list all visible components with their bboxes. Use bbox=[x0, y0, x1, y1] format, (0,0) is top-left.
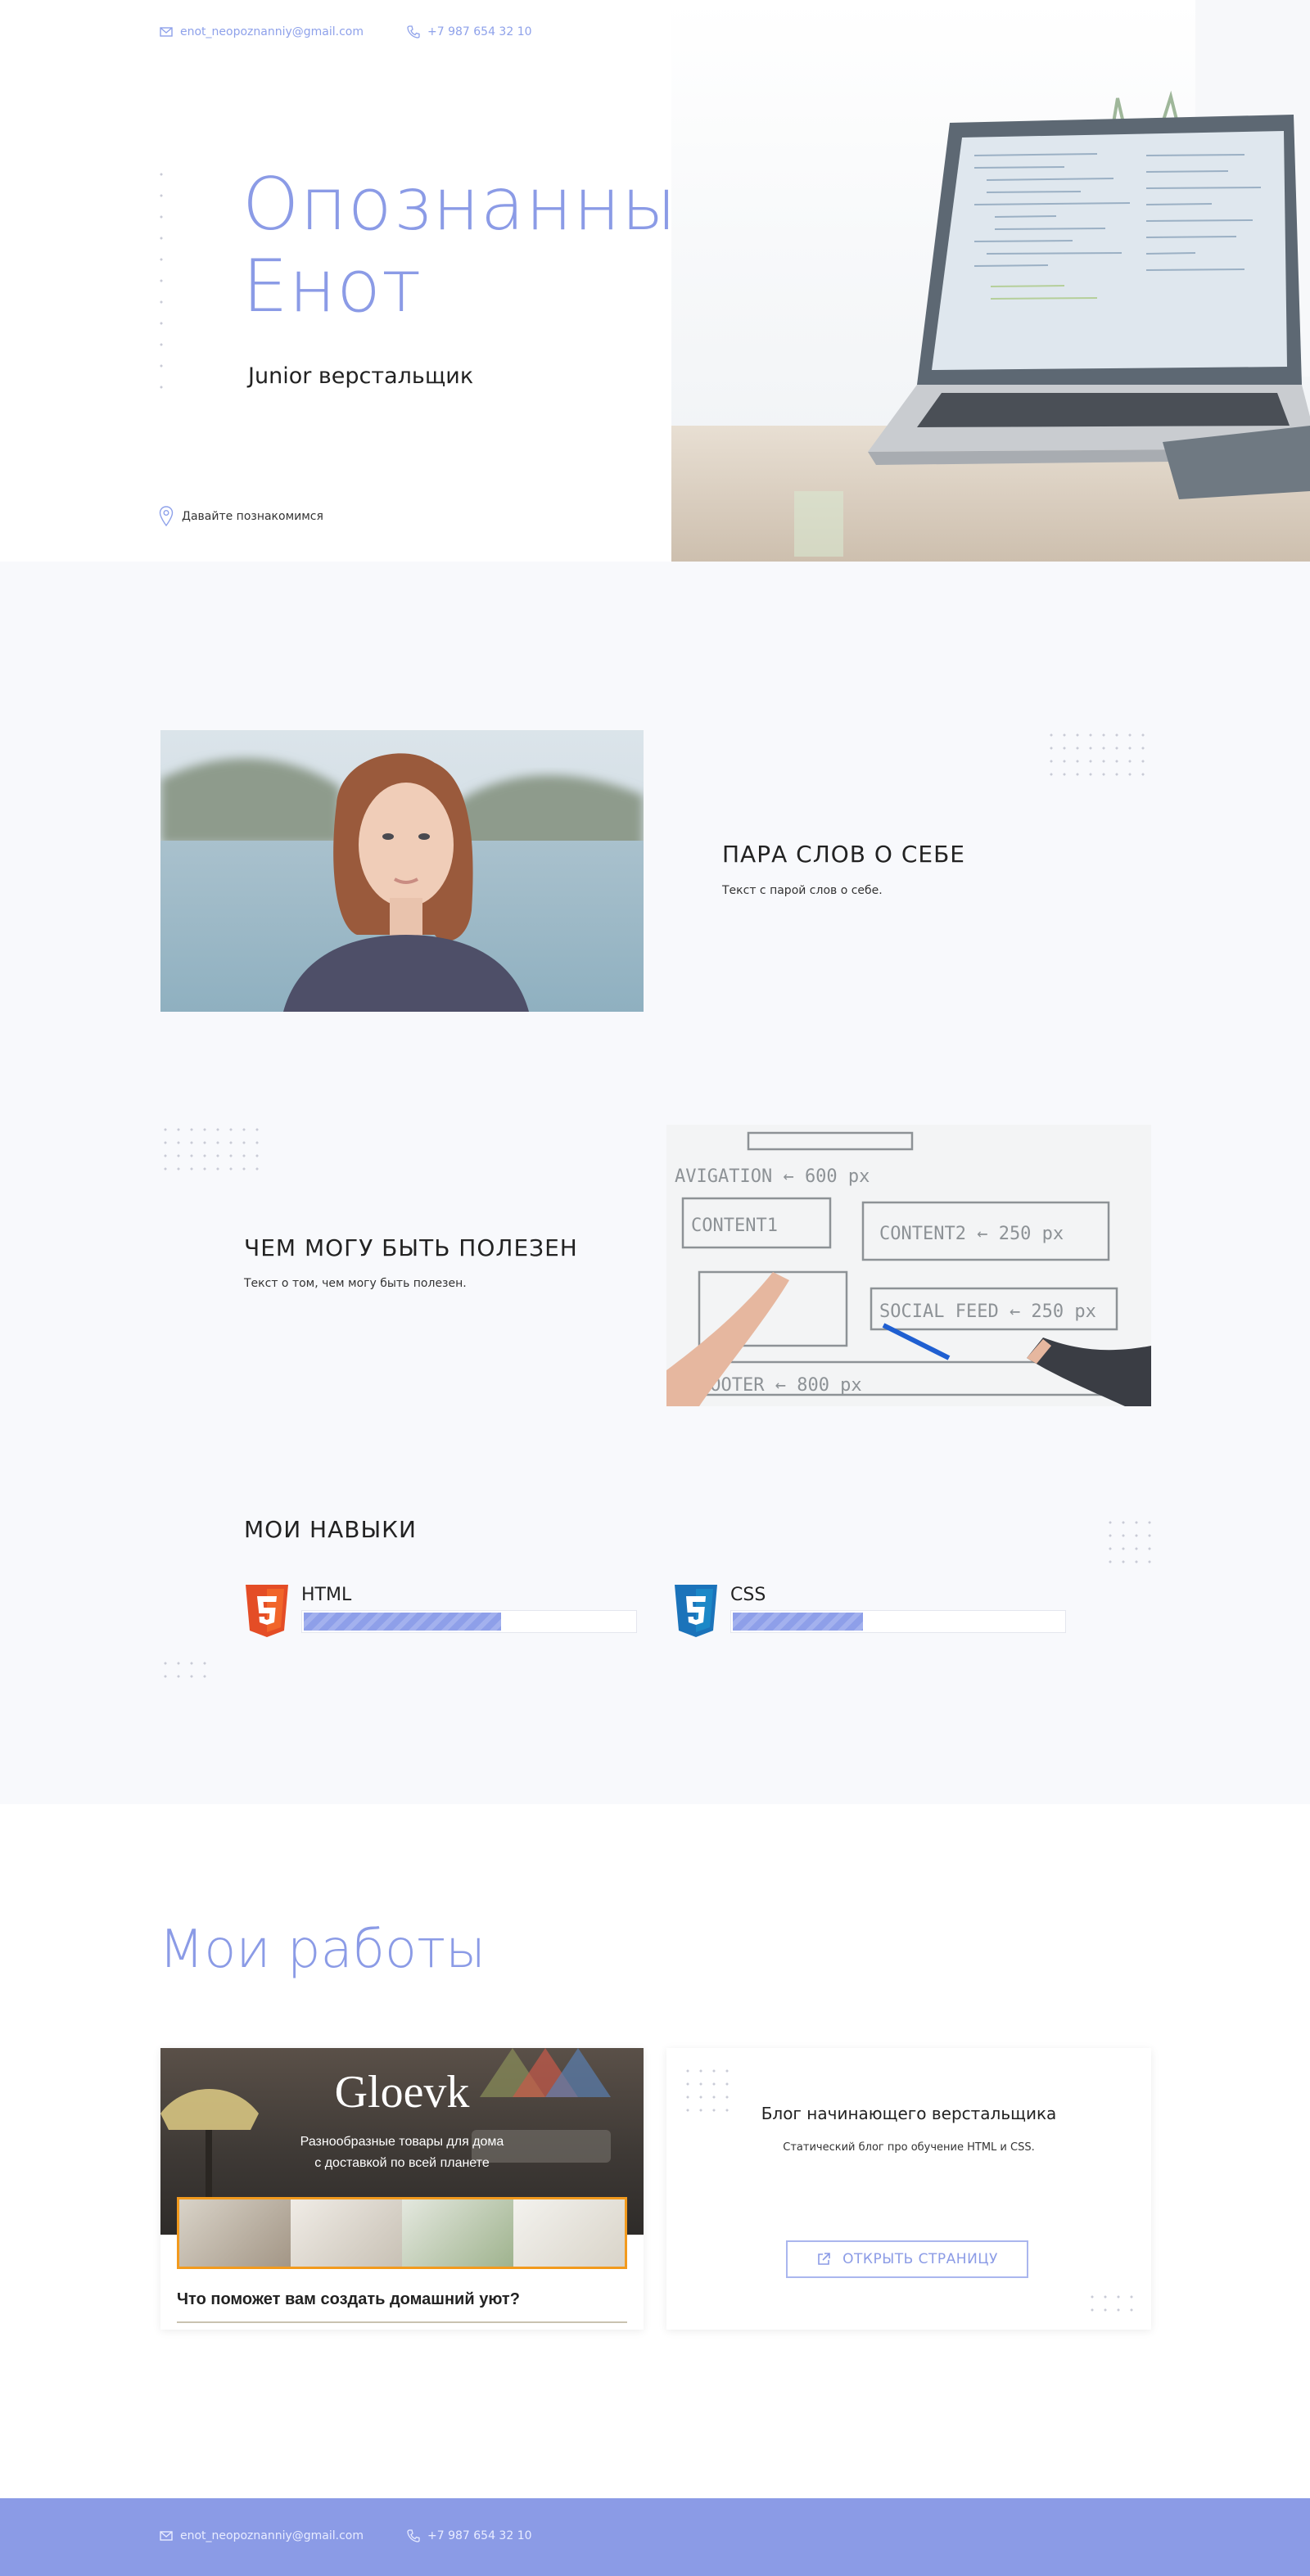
svg-text:AVIGATION ← 600 px: AVIGATION ← 600 px bbox=[675, 1166, 870, 1187]
work-card-gloevk[interactable]: Gloevk Разнообразные товары для дома с д… bbox=[160, 2048, 644, 2330]
gloevk-heading: Что поможет вам создать домашний уют? bbox=[177, 2290, 520, 2308]
work-card-blog: Блог начинающего верстальщика Статически… bbox=[666, 2048, 1151, 2330]
works-title: Мои работы bbox=[159, 1920, 486, 1980]
svg-text:CONTENT2 ← 250 px: CONTENT2 ← 250 px bbox=[879, 1224, 1064, 1244]
footer-email-link[interactable]: enot_neopoznanniy@gmail.com bbox=[159, 2529, 364, 2543]
gloevk-tagline: Разнообразные товары для дома с доставко… bbox=[160, 2132, 644, 2174]
open-page-button[interactable]: ОТКРЫТЬ СТРАНИЦУ bbox=[786, 2240, 1028, 2278]
portrait-photo bbox=[160, 730, 644, 1012]
phone-icon bbox=[407, 25, 420, 38]
gloevk-tagline-line1: Разнообразные товары для дома bbox=[300, 2135, 504, 2149]
skill-html: HTML bbox=[244, 1585, 637, 1637]
skill-name: CSS bbox=[730, 1585, 766, 1605]
skill-css: CSS bbox=[673, 1585, 1066, 1637]
divider bbox=[177, 2321, 627, 2323]
skill-progress-bar bbox=[301, 1610, 637, 1633]
svg-text:CONTENT1: CONTENT1 bbox=[691, 1216, 778, 1236]
decor-dots bbox=[159, 164, 164, 401]
gloevk-logo: Gloevk bbox=[334, 2067, 470, 2118]
decor-dots bbox=[1104, 1516, 1153, 1565]
hero-laptop-image bbox=[671, 0, 1310, 562]
svg-text:FOOTER ← 800 px: FOOTER ← 800 px bbox=[699, 1375, 862, 1396]
hero-section: enot_neopoznanniy@gmail.com +7 987 654 3… bbox=[0, 0, 1310, 562]
css3-icon bbox=[675, 1585, 717, 1637]
skill-name: HTML bbox=[301, 1585, 352, 1605]
header-email: enot_neopoznanniy@gmail.com bbox=[180, 25, 364, 38]
gallery-image bbox=[291, 2199, 402, 2267]
phone-icon bbox=[407, 2529, 420, 2542]
about-text: Текст с парой слов о себе. bbox=[722, 884, 883, 897]
location-pin-icon bbox=[159, 506, 174, 527]
skill-progress-bar bbox=[730, 1610, 1066, 1633]
footer-email: enot_neopoznanniy@gmail.com bbox=[180, 2529, 364, 2542]
scroll-hint-link[interactable]: Давайте познакомимся bbox=[159, 506, 323, 527]
decor-dots bbox=[159, 1123, 265, 1172]
hero-title-line1: Опознанный bbox=[242, 162, 726, 246]
decor-dots bbox=[1045, 729, 1151, 778]
footer-phone: +7 987 654 32 10 bbox=[427, 2529, 532, 2542]
external-link-icon bbox=[818, 2253, 830, 2265]
html5-icon bbox=[246, 1585, 288, 1637]
blog-title: Блог начинающего верстальщика bbox=[761, 2104, 1057, 2123]
gloevk-tagline-line2: с доставкой по всей планете bbox=[314, 2156, 490, 2170]
useful-title: ЧЕМ МОГУ БЫТЬ ПОЛЕЗЕН bbox=[244, 1234, 578, 1261]
mail-icon bbox=[160, 27, 173, 37]
gallery-image bbox=[179, 2199, 291, 2267]
footer: enot_neopoznanniy@gmail.com +7 987 654 3… bbox=[0, 2498, 1310, 2576]
svg-text:SOCIAL FEED ← 250 px: SOCIAL FEED ← 250 px bbox=[879, 1302, 1096, 1322]
footer-phone-link[interactable]: +7 987 654 32 10 bbox=[406, 2529, 532, 2543]
gloevk-gallery bbox=[177, 2197, 627, 2269]
hero-title-line2: Енот bbox=[242, 244, 422, 328]
scroll-hint-label: Давайте познакомимся bbox=[182, 510, 323, 523]
blog-text: Статический блог про обучение HTML и CSS… bbox=[783, 2141, 1035, 2154]
about-title: ПАРА СЛОВ О СЕБЕ bbox=[722, 841, 965, 868]
hero-title: Опознанный Енот bbox=[242, 164, 725, 327]
header-phone-link[interactable]: +7 987 654 32 10 bbox=[406, 25, 532, 39]
skill-progress-fill bbox=[733, 1613, 864, 1631]
skill-progress-fill bbox=[304, 1613, 501, 1631]
skills-title: МОИ НАВЫКИ bbox=[244, 1516, 417, 1543]
decor-dots bbox=[1086, 2290, 1136, 2315]
gallery-image bbox=[402, 2199, 513, 2267]
useful-text: Текст о том, чем могу быть полезен. bbox=[244, 1277, 467, 1290]
hero-subtitle: Junior верстальщик bbox=[248, 363, 474, 389]
gloevk-banner: Gloevk Разнообразные товары для дома с д… bbox=[160, 2048, 644, 2269]
open-page-button-label: ОТКРЫТЬ СТРАНИЦУ bbox=[842, 2251, 998, 2267]
mail-icon bbox=[160, 2531, 173, 2541]
decor-dots bbox=[159, 1657, 208, 1681]
whiteboard-photo: AVIGATION ← 600 px CONTENT1 CONTENT2 ← 2… bbox=[666, 1125, 1151, 1406]
gallery-image bbox=[513, 2199, 625, 2267]
header-phone: +7 987 654 32 10 bbox=[427, 25, 532, 38]
header-email-link[interactable]: enot_neopoznanniy@gmail.com bbox=[159, 25, 364, 39]
